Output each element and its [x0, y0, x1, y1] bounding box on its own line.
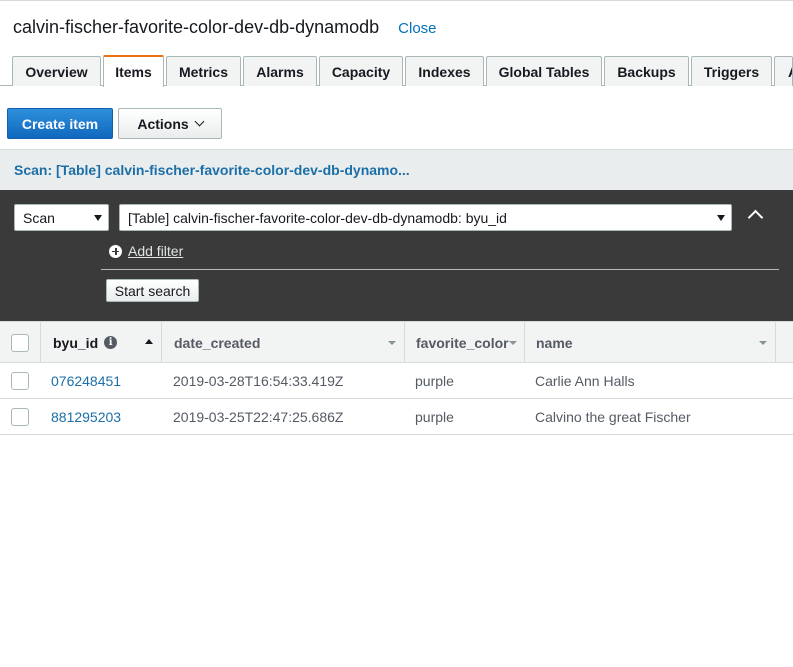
cell-date-created: 2019-03-28T16:54:33.419Z — [173, 372, 344, 389]
tab-alarms[interactable]: Alarms — [243, 56, 317, 86]
tab-overview[interactable]: Overview — [12, 56, 101, 86]
create-item-button[interactable]: Create item — [7, 108, 113, 139]
tab-backups[interactable]: Backups — [604, 56, 689, 86]
cell-favorite-color: purple — [415, 372, 454, 389]
tab-triggers[interactable]: Triggers — [691, 56, 772, 86]
chevron-up-icon[interactable] — [747, 209, 764, 226]
column-header-favorite-color[interactable]: favorite_color — [405, 322, 525, 363]
column-header-date-created[interactable]: date_created — [162, 322, 405, 363]
close-link[interactable]: Close — [398, 20, 436, 37]
row-checkbox-cell — [11, 363, 29, 398]
tab-metrics[interactable]: Metrics — [166, 56, 241, 86]
scan-panel: Scan [Table] calvin-fischer-favorite-col… — [0, 190, 793, 321]
start-search-button[interactable]: Start search — [106, 279, 199, 302]
cell-date-created: 2019-03-25T22:47:25.686Z — [173, 408, 344, 425]
tab-capacity[interactable]: Capacity — [319, 56, 403, 86]
actions-button[interactable]: Actions — [118, 108, 222, 139]
row-checkbox[interactable] — [11, 407, 29, 426]
sort-icon — [759, 341, 767, 345]
info-icon[interactable]: i — [104, 336, 118, 349]
column-label: name — [536, 334, 573, 351]
scan-source-select[interactable]: [Table] calvin-fischer-favorite-color-de… — [119, 204, 732, 231]
column-label: date_created — [174, 334, 261, 351]
row-checkbox-cell — [11, 399, 29, 434]
actions-label: Actions — [137, 115, 189, 132]
cell-name: Calvino the great Fischer — [535, 408, 691, 425]
caret-down-icon — [94, 215, 102, 221]
tab-global-tables[interactable]: Global Tables — [486, 56, 602, 86]
row-checkbox[interactable] — [11, 371, 29, 390]
table-header: byu_id i date_created favorite_color nam… — [0, 321, 793, 363]
caret-down-icon — [717, 215, 725, 221]
table-row[interactable]: 076248451 2019-03-28T16:54:33.419Z purpl… — [0, 363, 793, 399]
sort-icon — [509, 341, 517, 345]
column-label: byu_id — [53, 334, 99, 351]
scan-source-value: [Table] calvin-fischer-favorite-color-de… — [128, 209, 507, 226]
scan-header[interactable]: Scan: [Table] calvin-fischer-favorite-co… — [0, 149, 793, 190]
select-all-wrap — [11, 322, 29, 363]
select-all-checkbox[interactable] — [11, 333, 29, 352]
add-filter-link[interactable]: Add filter — [109, 242, 183, 260]
divider — [101, 269, 779, 270]
plus-circle-icon — [109, 244, 122, 258]
tab-overflow[interactable]: A — [774, 56, 793, 86]
create-item-label: Create item — [21, 115, 99, 132]
chevron-down-icon — [194, 116, 205, 127]
column-header-name[interactable]: name — [525, 322, 776, 363]
column-header-byu-id[interactable]: byu_id i — [41, 322, 162, 363]
cell-favorite-color: purple — [415, 408, 454, 425]
sort-icon — [388, 341, 396, 345]
scan-mode-value: Scan — [23, 209, 55, 226]
tab-items[interactable]: Items — [103, 55, 164, 87]
tab-bar: Overview Items Metrics Alarms Capacity I… — [0, 55, 793, 87]
cell-name: Carlie Ann Halls — [535, 372, 635, 389]
scan-mode-select[interactable]: Scan — [14, 204, 109, 231]
top-border — [0, 0, 793, 1]
add-filter-label: Add filter — [128, 243, 184, 259]
table-title: calvin-fischer-favorite-color-dev-db-dyn… — [13, 17, 380, 37]
select-all-cell — [0, 322, 41, 363]
title-row: calvin-fischer-favorite-color-dev-db-dyn… — [13, 17, 437, 41]
column-label: favorite_color — [416, 334, 509, 351]
table-row[interactable]: 881295203 2019-03-25T22:47:25.686Z purpl… — [0, 399, 793, 435]
tab-indexes[interactable]: Indexes — [405, 56, 484, 86]
sort-ascending-icon — [145, 339, 153, 344]
cell-byu-id[interactable]: 881295203 — [51, 399, 121, 434]
cell-byu-id[interactable]: 076248451 — [51, 363, 121, 398]
items-table: byu_id i date_created favorite_color nam… — [0, 321, 793, 435]
